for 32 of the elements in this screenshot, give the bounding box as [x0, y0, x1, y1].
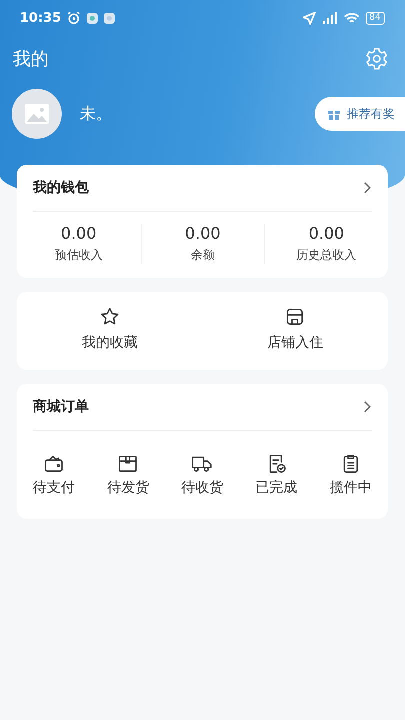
stat-label: 预估收入: [54, 247, 103, 264]
order-status-item[interactable]: 待支付: [33, 453, 76, 497]
chevron-right-icon[interactable]: [364, 182, 372, 194]
alarm-icon: [67, 11, 82, 25]
referral-button[interactable]: 推荐有奖: [315, 97, 405, 131]
image-placeholder-icon: [25, 104, 49, 124]
notification-icon: [87, 12, 98, 24]
wifi-icon: [344, 12, 360, 24]
battery-level: 84: [366, 12, 385, 24]
stat-label: 历史总收入: [296, 247, 357, 264]
stat-value: 0.00: [61, 224, 97, 243]
stat-value: 0.00: [308, 224, 344, 243]
card-title: 我的钱包: [33, 179, 89, 197]
order-status-item[interactable]: 揽件中: [330, 453, 372, 497]
wallet-icon: [43, 453, 66, 475]
order-status-item[interactable]: 已完成: [256, 453, 298, 497]
order-status-item[interactable]: 待收货: [181, 453, 224, 497]
stat-label: 余额: [190, 247, 215, 264]
user-name: 未。: [80, 104, 112, 124]
box-icon: [117, 453, 140, 475]
signal-icon: [322, 12, 338, 24]
shortcut-item[interactable]: 店铺入住: [267, 306, 324, 352]
chevron-right-icon[interactable]: [364, 401, 372, 413]
shortcut-item[interactable]: 我的收藏: [82, 306, 138, 352]
avatar[interactable]: [12, 89, 62, 139]
location-icon: [302, 12, 316, 24]
status-time: 10:35: [20, 10, 62, 26]
stat-value: 0.00: [185, 224, 221, 243]
page-title: 我的: [13, 48, 49, 71]
card-title: 商城订单: [33, 398, 89, 416]
order-status-item[interactable]: 待发货: [107, 453, 150, 497]
notification-icon: [104, 12, 116, 24]
